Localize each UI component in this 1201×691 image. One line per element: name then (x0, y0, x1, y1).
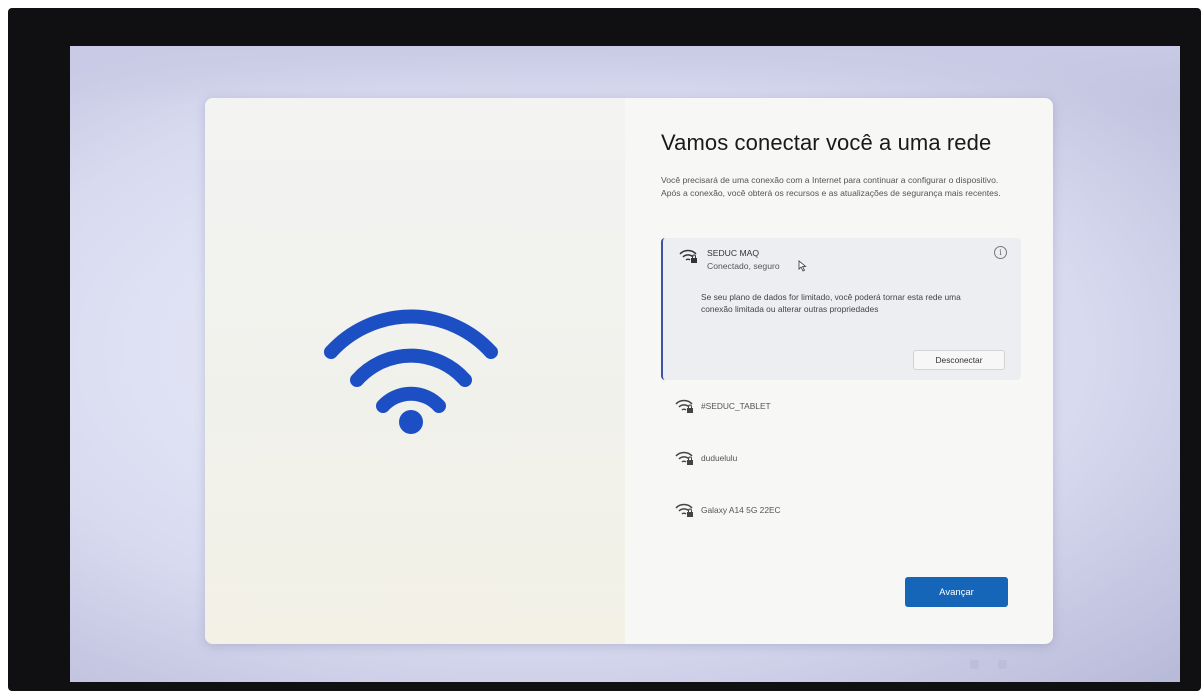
illustration-panel (205, 98, 625, 644)
next-button[interactable]: Avançar (905, 577, 1008, 607)
metered-connection-note: Se seu plano de dados for limitado, você… (701, 292, 961, 314)
network-status: Conectado, seguro (707, 261, 780, 271)
network-item-duduelulu[interactable]: duduelulu (661, 432, 1021, 484)
wifi-secured-icon (675, 399, 693, 413)
network-item-seduc-maq[interactable]: SEDUC MAQ Conectado, seguro i Se seu pla… (661, 238, 1021, 380)
info-icon[interactable]: i (994, 246, 1007, 259)
network-item-seduc-tablet[interactable]: #SEDUC_TABLET (661, 380, 1021, 432)
network-name: duduelulu (701, 453, 738, 463)
page-title: Vamos conectar você a uma rede (661, 130, 992, 155)
selected-network-header: SEDUC MAQ Conectado, seguro i (679, 246, 1007, 276)
wifi-secured-icon (679, 249, 697, 263)
disconnect-button[interactable]: Desconectar (913, 350, 1005, 370)
setup-screen: Vamos conectar você a uma rede Você prec… (70, 46, 1180, 682)
network-name: #SEDUC_TABLET (701, 401, 771, 411)
page-description: Você precisará de uma conexão com a Inte… (661, 175, 1001, 198)
mouse-cursor-icon (798, 260, 807, 272)
network-list: SEDUC MAQ Conectado, seguro i Se seu pla… (661, 238, 1021, 536)
monitor-bezel: Vamos conectar você a uma rede Você prec… (8, 8, 1201, 691)
network-panel: Vamos conectar você a uma rede Você prec… (661, 98, 1031, 644)
network-item-galaxy-a14[interactable]: Galaxy A14 5G 22EC (661, 484, 1021, 536)
wifi-hero-icon (324, 309, 498, 434)
network-name: Galaxy A14 5G 22EC (701, 505, 781, 515)
wifi-secured-icon (675, 503, 693, 517)
accessibility-icon[interactable] (970, 660, 979, 669)
screen-glow (70, 46, 1180, 106)
network-name: SEDUC MAQ (707, 248, 760, 258)
wifi-secured-icon (675, 451, 693, 465)
volume-icon[interactable] (998, 660, 1007, 669)
oobe-network-card: Vamos conectar você a uma rede Você prec… (205, 98, 1053, 644)
